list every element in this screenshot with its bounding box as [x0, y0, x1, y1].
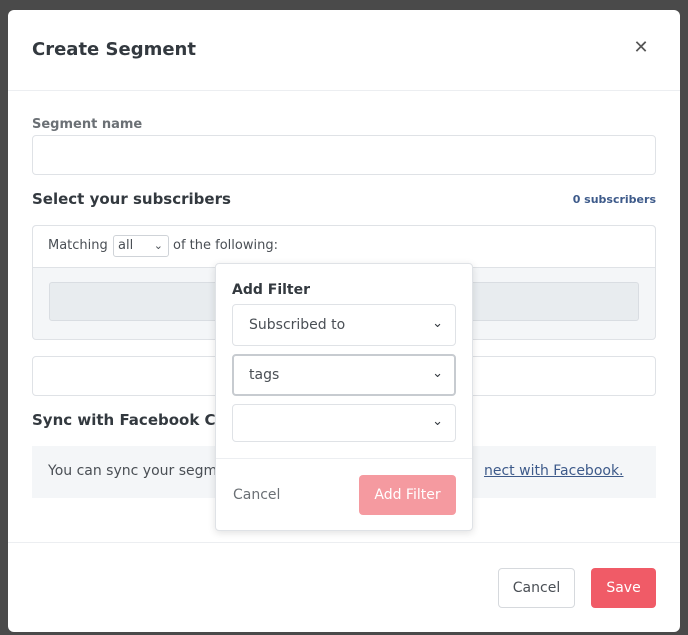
chevron-down-icon: ⌄ [432, 366, 443, 381]
filter-type-value: tags [249, 367, 280, 383]
modal-header: Create Segment ✕ [8, 10, 680, 91]
facebook-sync-title: Sync with Facebook Cus [32, 411, 236, 429]
facebook-sync-text: You can sync your segmen [48, 463, 235, 479]
cancel-button[interactable]: Cancel [498, 568, 575, 608]
subscriber-count-link[interactable]: 0 subscribers [573, 193, 656, 206]
filter-type-select[interactable]: tags ⌄ [232, 354, 456, 396]
add-filter-popover: Add Filter Subscribed to ⌄ tags ⌄ ⌄ Canc… [215, 263, 473, 531]
connect-facebook-link[interactable]: nect with Facebook. [484, 463, 624, 479]
segment-name-label: Segment name [32, 117, 143, 132]
add-filter-button[interactable]: Add Filter [359, 475, 456, 515]
select-subscribers-title: Select your subscribers [32, 190, 231, 208]
chevron-down-icon: ⌄ [432, 316, 443, 331]
matching-label: Matching [48, 238, 108, 253]
filter-field-value: Subscribed to [249, 317, 346, 333]
modal-footer: Cancel Save [8, 542, 680, 632]
add-filter-title: Add Filter [232, 282, 311, 298]
chevron-down-icon: ⌄ [153, 239, 163, 252]
modal-title: Create Segment [32, 39, 196, 60]
close-icon[interactable]: ✕ [632, 39, 650, 57]
popover-cancel-button[interactable]: Cancel [233, 487, 280, 503]
matching-value: all [118, 238, 134, 253]
match-header: Matching all ⌄ of the following: [33, 226, 655, 268]
popover-divider [216, 458, 472, 459]
segment-name-input[interactable] [32, 135, 656, 175]
chevron-down-icon: ⌄ [432, 414, 443, 429]
matching-suffix: of the following: [173, 238, 278, 253]
filter-field-select[interactable]: Subscribed to ⌄ [232, 304, 456, 346]
save-button[interactable]: Save [591, 568, 656, 608]
matching-select[interactable]: all ⌄ [113, 235, 169, 257]
filter-value-select[interactable]: ⌄ [232, 404, 456, 442]
